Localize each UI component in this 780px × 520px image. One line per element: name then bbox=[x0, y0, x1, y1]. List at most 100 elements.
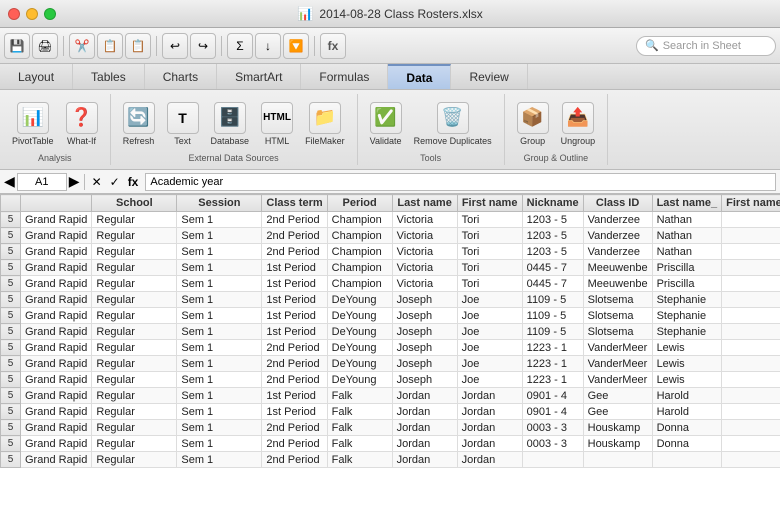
cell-r12-c1[interactable]: Regular bbox=[92, 404, 177, 420]
cell-r9-c7[interactable]: 1223 - 1 bbox=[522, 356, 583, 372]
cell-r2-c2[interactable]: Sem 1 bbox=[177, 244, 262, 260]
cell-r5-c3[interactable]: 1st Period bbox=[262, 292, 327, 308]
cell-r13-c3[interactable]: 2nd Period bbox=[262, 420, 327, 436]
cell-r13-c5[interactable]: Jordan bbox=[392, 420, 457, 436]
cell-r4-c4[interactable]: Champion bbox=[327, 276, 392, 292]
remove-duplicates-button[interactable]: 🗑️ Remove Duplicates bbox=[410, 100, 496, 148]
cell-r0-c6[interactable]: Tori bbox=[457, 212, 522, 228]
cell-r9-c2[interactable]: Sem 1 bbox=[177, 356, 262, 372]
cell-r5-c7[interactable]: 1109 - 5 bbox=[522, 292, 583, 308]
cell-r1-c0[interactable]: Grand Rapid bbox=[21, 228, 92, 244]
cut-button[interactable]: ✂️ bbox=[69, 33, 95, 59]
cell-r1-c1[interactable]: Regular bbox=[92, 228, 177, 244]
cell-r13-c4[interactable]: Falk bbox=[327, 420, 392, 436]
cell-r5-c4[interactable]: DeYoung bbox=[327, 292, 392, 308]
cell-r5-c5[interactable]: Joseph bbox=[392, 292, 457, 308]
cell-r10-c4[interactable]: DeYoung bbox=[327, 372, 392, 388]
cell-r15-c1[interactable]: Regular bbox=[92, 452, 177, 468]
save-button[interactable]: 💾 bbox=[4, 33, 30, 59]
cell-r2-c3[interactable]: 2nd Period bbox=[262, 244, 327, 260]
cell-r7-c5[interactable]: Joseph bbox=[392, 324, 457, 340]
cell-r0-c4[interactable]: Champion bbox=[327, 212, 392, 228]
cell-r7-c2[interactable]: Sem 1 bbox=[177, 324, 262, 340]
table-row[interactable]: 5Grand RapidRegularSem 12nd PeriodDeYoun… bbox=[1, 356, 780, 372]
cell-r6-c2[interactable]: Sem 1 bbox=[177, 308, 262, 324]
sort-button[interactable]: ↓ bbox=[255, 33, 281, 59]
formula-button[interactable]: fx bbox=[320, 33, 346, 59]
cell-r8-c7[interactable]: 1223 - 1 bbox=[522, 340, 583, 356]
cell-r1-c7[interactable]: 1203 - 5 bbox=[522, 228, 583, 244]
cell-r11-c3[interactable]: 1st Period bbox=[262, 388, 327, 404]
cell-r13-c1[interactable]: Regular bbox=[92, 420, 177, 436]
cell-r0-c7[interactable]: 1203 - 5 bbox=[522, 212, 583, 228]
cell-r0-c0[interactable]: Grand Rapid bbox=[21, 212, 92, 228]
cell-r9-c9[interactable]: Lewis bbox=[652, 356, 722, 372]
minimize-button[interactable] bbox=[26, 8, 38, 20]
search-box[interactable]: 🔍 Search in Sheet bbox=[636, 36, 776, 56]
cell-r14-c9[interactable]: Donna bbox=[652, 436, 722, 452]
cell-r0-c1[interactable]: Regular bbox=[92, 212, 177, 228]
cell-r1-c3[interactable]: 2nd Period bbox=[262, 228, 327, 244]
spreadsheet[interactable]: SchoolSessionClass termPeriodLast nameFi… bbox=[0, 194, 780, 520]
html-button[interactable]: HTML HTML bbox=[257, 100, 297, 148]
cell-r9-c3[interactable]: 2nd Period bbox=[262, 356, 327, 372]
table-row[interactable]: 5Grand RapidRegularSem 12nd PeriodDeYoun… bbox=[1, 340, 780, 356]
cell-r6-c7[interactable]: 1109 - 5 bbox=[522, 308, 583, 324]
cell-r1-c9[interactable]: Nathan bbox=[652, 228, 722, 244]
cell-r5-c6[interactable]: Joe bbox=[457, 292, 522, 308]
cell-r6-c9[interactable]: Stephanie bbox=[652, 308, 722, 324]
cell-r8-c10[interactable] bbox=[722, 340, 780, 356]
cell-r7-c10[interactable] bbox=[722, 324, 780, 340]
cell-r12-c3[interactable]: 1st Period bbox=[262, 404, 327, 420]
table-row[interactable]: 5Grand RapidRegularSem 12nd PeriodChampi… bbox=[1, 244, 780, 260]
table-row[interactable]: 5Grand RapidRegularSem 12nd PeriodChampi… bbox=[1, 212, 780, 228]
cell-r7-c0[interactable]: Grand Rapid bbox=[21, 324, 92, 340]
cell-r0-c9[interactable]: Nathan bbox=[652, 212, 722, 228]
cell-r7-c9[interactable]: Stephanie bbox=[652, 324, 722, 340]
group-button[interactable]: 📦 Group bbox=[513, 100, 553, 148]
cell-r13-c10[interactable] bbox=[722, 420, 780, 436]
cell-r0-c8[interactable]: Vanderzee bbox=[583, 212, 652, 228]
cell-r0-c2[interactable]: Sem 1 bbox=[177, 212, 262, 228]
tab-layout[interactable]: Layout bbox=[0, 64, 73, 89]
ungroup-button[interactable]: 📤 Ungroup bbox=[557, 100, 600, 148]
cell-r12-c4[interactable]: Falk bbox=[327, 404, 392, 420]
table-row[interactable]: 5Grand RapidRegularSem 11st PeriodFalkJo… bbox=[1, 404, 780, 420]
cell-r10-c5[interactable]: Joseph bbox=[392, 372, 457, 388]
cell-r13-c0[interactable]: Grand Rapid bbox=[21, 420, 92, 436]
cell-r6-c3[interactable]: 1st Period bbox=[262, 308, 327, 324]
cell-r11-c0[interactable]: Grand Rapid bbox=[21, 388, 92, 404]
cell-r12-c7[interactable]: 0901 - 4 bbox=[522, 404, 583, 420]
table-row[interactable]: 5Grand RapidRegularSem 12nd PeriodFalkJo… bbox=[1, 420, 780, 436]
cell-r8-c9[interactable]: Lewis bbox=[652, 340, 722, 356]
cell-r12-c6[interactable]: Jordan bbox=[457, 404, 522, 420]
cell-r1-c2[interactable]: Sem 1 bbox=[177, 228, 262, 244]
table-row[interactable]: 5Grand RapidRegularSem 12nd PeriodFalkJo… bbox=[1, 436, 780, 452]
cell-r10-c9[interactable]: Lewis bbox=[652, 372, 722, 388]
cell-r5-c2[interactable]: Sem 1 bbox=[177, 292, 262, 308]
cell-r14-c5[interactable]: Jordan bbox=[392, 436, 457, 452]
cell-r2-c5[interactable]: Victoria bbox=[392, 244, 457, 260]
cell-r11-c5[interactable]: Jordan bbox=[392, 388, 457, 404]
tab-charts[interactable]: Charts bbox=[145, 64, 217, 89]
cell-r6-c4[interactable]: DeYoung bbox=[327, 308, 392, 324]
cell-r2-c8[interactable]: Vanderzee bbox=[583, 244, 652, 260]
cell-r11-c4[interactable]: Falk bbox=[327, 388, 392, 404]
cell-r2-c0[interactable]: Grand Rapid bbox=[21, 244, 92, 260]
paste-button[interactable]: 📋 bbox=[125, 33, 151, 59]
cell-r4-c6[interactable]: Tori bbox=[457, 276, 522, 292]
cell-r7-c6[interactable]: Joe bbox=[457, 324, 522, 340]
cell-r10-c10[interactable] bbox=[722, 372, 780, 388]
cell-r10-c3[interactable]: 2nd Period bbox=[262, 372, 327, 388]
cell-r2-c9[interactable]: Nathan bbox=[652, 244, 722, 260]
cell-r6-c5[interactable]: Joseph bbox=[392, 308, 457, 324]
cancel-formula-icon[interactable]: ✕ bbox=[89, 174, 105, 190]
cell-r13-c2[interactable]: Sem 1 bbox=[177, 420, 262, 436]
cell-r12-c8[interactable]: Gee bbox=[583, 404, 652, 420]
cell-r1-c8[interactable]: Vanderzee bbox=[583, 228, 652, 244]
cell-r14-c2[interactable]: Sem 1 bbox=[177, 436, 262, 452]
cell-r15-c6[interactable]: Jordan bbox=[457, 452, 522, 468]
cell-r14-c7[interactable]: 0003 - 3 bbox=[522, 436, 583, 452]
filter-button[interactable]: 🔽 bbox=[283, 33, 309, 59]
refresh-button[interactable]: 🔄 Refresh bbox=[119, 100, 159, 148]
